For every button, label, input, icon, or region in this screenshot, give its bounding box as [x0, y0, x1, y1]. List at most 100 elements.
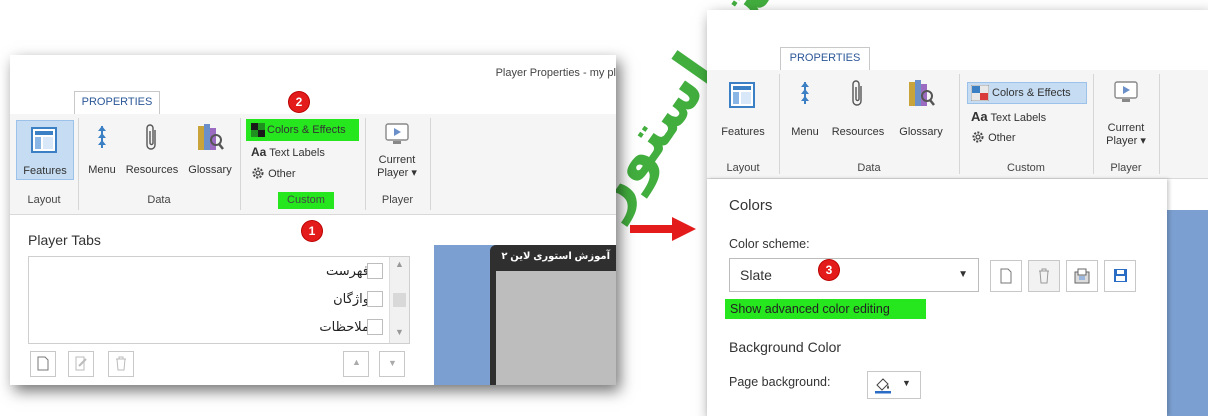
background-color-heading: Background Color — [729, 339, 842, 355]
new-document-icon — [37, 356, 49, 371]
group-separator — [1093, 74, 1094, 174]
text-labels-icon: Aa — [971, 109, 988, 124]
menu-button[interactable]: Menu — [84, 120, 120, 178]
features-button[interactable]: Features — [16, 120, 74, 180]
chevron-down-icon: ▼ — [902, 378, 911, 388]
group-separator — [779, 74, 780, 174]
gear-icon — [252, 167, 264, 179]
group-label-player: Player — [1110, 162, 1142, 174]
menu-label: Menu — [88, 164, 116, 176]
new-document-icon — [1000, 268, 1012, 284]
other-button[interactable]: Other — [971, 130, 1071, 146]
glossary-icon — [198, 124, 224, 150]
group-separator — [959, 74, 960, 174]
text-labels-button[interactable]: Aa Text Labels — [251, 146, 351, 162]
preview-slide: آموزش استوری لاین ۲ — [490, 245, 616, 385]
group-label-data: Data — [147, 194, 171, 206]
colors-effects-icon — [971, 85, 989, 101]
group-separator — [240, 118, 241, 210]
player-tabs-heading: Player Tabs — [28, 232, 101, 248]
scroll-down-icon[interactable]: ▼ — [395, 327, 404, 337]
glossary-button[interactable]: Glossary — [893, 78, 949, 142]
step-badge-2: 2 — [289, 92, 309, 112]
text-labels-label: Text Labels — [990, 112, 1047, 124]
color-scheme-label: Color scheme: — [729, 237, 810, 251]
step-badge-1: 1 — [302, 221, 322, 241]
colors-effects-label: Colors & Effects — [992, 87, 1071, 99]
delete-tab-button[interactable] — [108, 351, 134, 377]
player-icon — [1114, 81, 1138, 102]
chevron-down-icon: ▼ — [958, 269, 968, 280]
colors-heading: Colors — [729, 197, 773, 214]
resources-button[interactable]: Resources — [827, 78, 889, 142]
current-player-button[interactable]: Current Player ▾ — [372, 120, 422, 182]
trash-icon — [1039, 268, 1049, 284]
current-player-label-2: Player ▾ — [377, 167, 417, 179]
trash-icon — [116, 356, 126, 371]
group-label-data: Data — [857, 162, 881, 174]
new-scheme-button[interactable] — [990, 260, 1022, 292]
ribbon: Features Menu Resources Glossary Colors … — [10, 114, 616, 215]
page-background-picker[interactable]: ▼ — [867, 371, 921, 399]
glossary-label: Glossary — [899, 126, 943, 138]
features-icon — [729, 82, 755, 108]
colors-effects-button[interactable]: Colors & Effects — [246, 119, 359, 141]
current-player-button[interactable]: Current Player ▾ — [1099, 78, 1153, 148]
list-scrollbar[interactable]: ▲ ▼ — [389, 257, 409, 343]
right-window: PROPERTIES Features Menu Resources Gloss… — [707, 10, 1208, 416]
features-button[interactable]: Features — [715, 78, 771, 142]
group-label-player: Player — [381, 194, 414, 206]
tab-properties[interactable]: PROPERTIES — [74, 91, 160, 114]
import-icon — [1074, 268, 1090, 284]
delete-scheme-button[interactable] — [1028, 260, 1060, 292]
import-scheme-button[interactable] — [1066, 260, 1098, 292]
resources-label: Resources — [831, 126, 885, 138]
edit-icon — [75, 356, 87, 371]
move-down-button[interactable]: ▼ — [379, 351, 405, 377]
scroll-thumb[interactable] — [393, 293, 406, 307]
gear-icon — [972, 131, 984, 143]
group-label-custom: Custom — [1007, 162, 1045, 174]
list-item-label: ملاحظات — [319, 319, 369, 334]
colors-effects-button[interactable]: Colors & Effects — [967, 82, 1087, 104]
move-up-button[interactable]: ▲ — [343, 351, 369, 377]
arrow-down-icon: ▼ — [388, 358, 397, 368]
preview-title: آموزش استوری لاین ۲ — [501, 251, 610, 262]
paint-bucket-icon — [875, 378, 891, 394]
features-label: Features — [23, 165, 67, 177]
group-label-custom: Custom — [278, 192, 334, 209]
tab-checkbox[interactable] — [367, 319, 383, 335]
color-scheme-select[interactable]: Slate ▼ — [729, 258, 979, 292]
tab-properties[interactable]: PROPERTIES — [780, 47, 870, 70]
title-bar: Player Properties - my pl — [10, 55, 616, 86]
glossary-button[interactable]: Glossary — [184, 120, 236, 178]
scroll-up-icon[interactable]: ▲ — [395, 259, 404, 269]
paperclip-icon — [146, 124, 156, 150]
colors-effects-label: Colors & Effects — [267, 124, 346, 136]
features-label: Features — [721, 126, 765, 138]
preview-pane: آموزش استوری لاین ۲ — [434, 245, 616, 385]
glossary-icon — [909, 80, 935, 106]
resources-button[interactable]: Resources — [122, 120, 182, 178]
menu-button[interactable]: Menu — [787, 78, 823, 142]
new-tab-button[interactable] — [30, 351, 56, 377]
window-title: Player Properties - my pl — [495, 67, 616, 79]
list-item[interactable]: ملاحظات — [29, 313, 409, 341]
tab-checkbox[interactable] — [367, 263, 383, 279]
show-advanced-color-editing-link[interactable]: Show advanced color editing — [725, 299, 926, 319]
left-window: Player Properties - my pl PROPERTIES Fea… — [10, 55, 616, 385]
save-scheme-button[interactable] — [1104, 260, 1136, 292]
list-item[interactable]: واژگان — [29, 285, 409, 313]
tab-checkbox[interactable] — [367, 291, 383, 307]
glossary-label: Glossary — [188, 164, 232, 176]
arrow-up-icon: ▲ — [352, 357, 361, 367]
edit-tab-button[interactable] — [68, 351, 94, 377]
text-labels-button[interactable]: Aa Text Labels — [971, 110, 1081, 126]
list-item[interactable]: فهرست — [29, 257, 409, 285]
list-item-label: فهرست — [325, 263, 369, 278]
save-icon — [1114, 269, 1127, 282]
other-button[interactable]: Other — [251, 166, 351, 182]
page-background-label: Page background: — [729, 375, 831, 389]
other-label: Other — [268, 168, 296, 180]
resources-label: Resources — [125, 164, 179, 176]
